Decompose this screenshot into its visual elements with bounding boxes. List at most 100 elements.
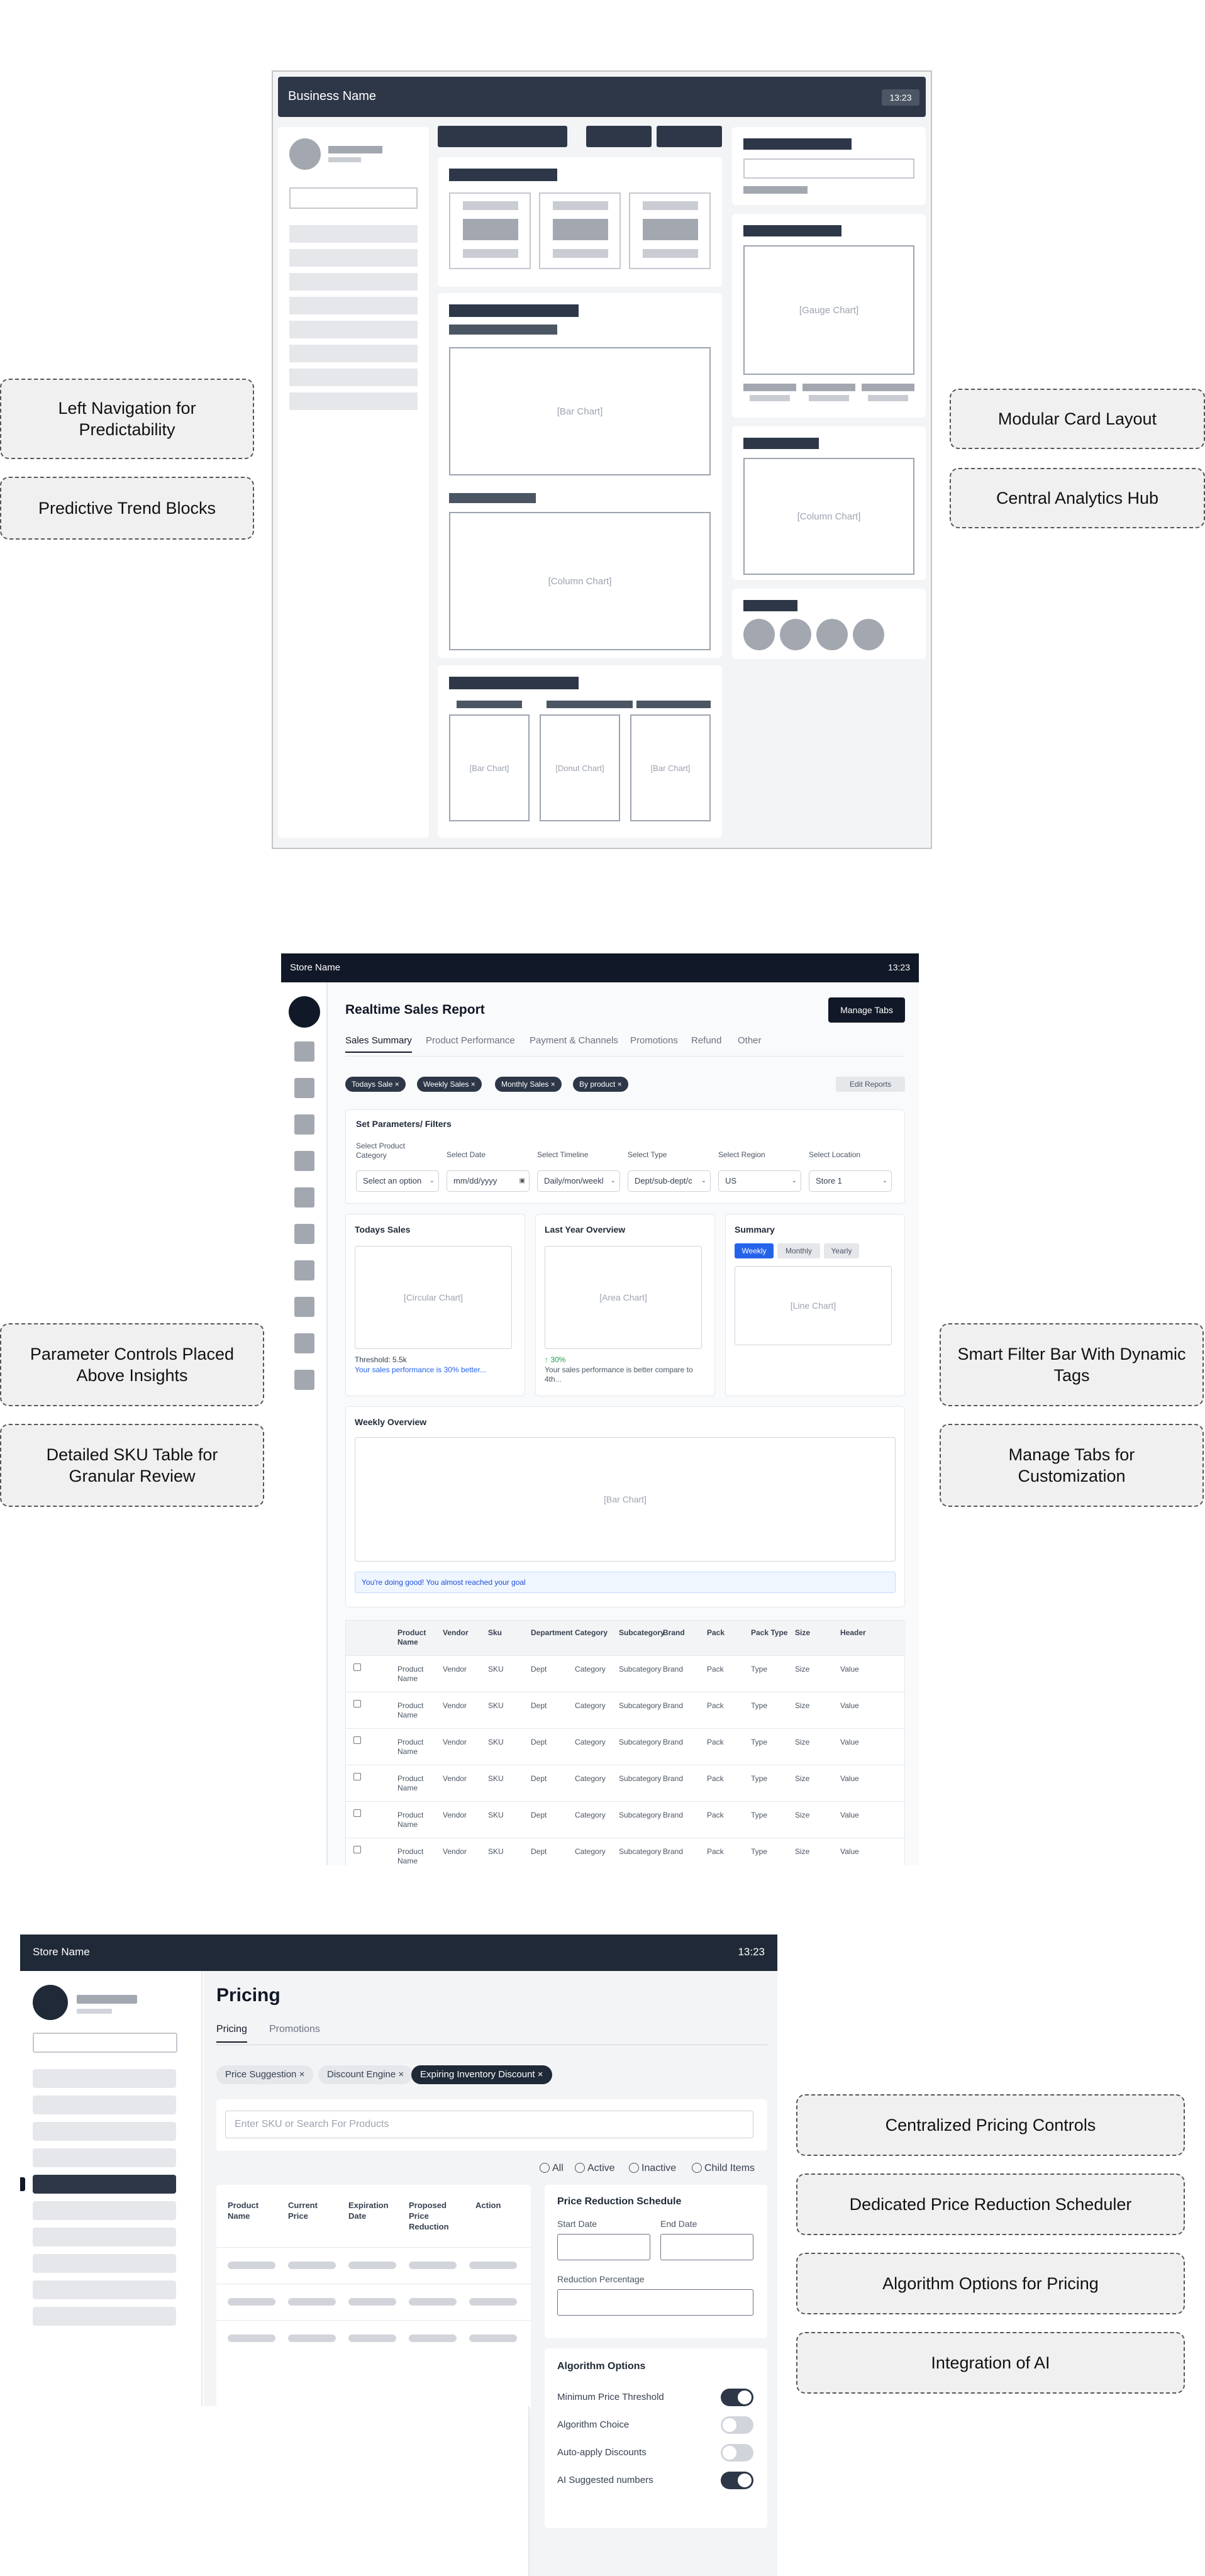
row-checkbox[interactable] [353, 1809, 361, 1817]
nav-item[interactable] [289, 345, 418, 362]
algorithm-choice-toggle[interactable] [721, 2416, 753, 2434]
start-date-input[interactable] [557, 2234, 650, 2260]
nav-icon[interactable] [294, 1041, 314, 1062]
nav-item[interactable] [33, 2254, 176, 2273]
table-row[interactable]: Product Name Vendor SKU Dept Category Subcate… [346, 1838, 906, 1865]
nav-item[interactable] [33, 2280, 176, 2299]
toolbar-button[interactable] [438, 126, 567, 147]
nav-item[interactable] [289, 369, 418, 386]
table-row[interactable] [216, 2284, 531, 2321]
nav-item[interactable] [33, 2069, 176, 2088]
nav-icon[interactable] [294, 1297, 314, 1317]
nav-search-input[interactable] [33, 2033, 177, 2053]
table-row[interactable]: Product Name Vendor SKU Dept Category Subcate… [346, 1729, 906, 1765]
table-cell: Vendor [443, 1847, 467, 1856]
nav-icon[interactable] [294, 1187, 314, 1208]
segment-monthly[interactable]: Monthly [777, 1243, 820, 1258]
gauge-card: [Gauge Chart] [732, 214, 926, 418]
avatar[interactable] [289, 996, 320, 1028]
table-cell: Dept [531, 1738, 547, 1746]
row-checkbox[interactable] [353, 1736, 361, 1744]
callout-scheduler: Dedicated Price Reduction Scheduler [796, 2174, 1185, 2235]
nav-item-active[interactable] [33, 2175, 176, 2194]
nav-item[interactable] [289, 321, 418, 338]
ai-suggested-numbers-toggle[interactable] [721, 2472, 753, 2489]
nav-icon[interactable] [294, 1114, 314, 1135]
nav-search-input[interactable] [289, 187, 418, 209]
table-row[interactable] [216, 2321, 531, 2357]
auto-apply-discounts-toggle[interactable] [721, 2444, 753, 2462]
option-label: Algorithm Choice [557, 2419, 630, 2430]
tab-promotions[interactable]: Promotions [269, 2024, 320, 2035]
nav-icon[interactable] [294, 1078, 314, 1098]
end-date-input[interactable] [660, 2234, 753, 2260]
tab-refund[interactable]: Refund [691, 1035, 721, 1046]
filter-chip[interactable]: Monthly Sales × [495, 1077, 562, 1092]
row-checkbox[interactable] [353, 1846, 361, 1853]
avatar[interactable] [780, 619, 811, 650]
minimum-price-threshold-toggle[interactable] [721, 2389, 753, 2406]
table-row[interactable]: Product Name Vendor SKU Dept Category Subcate… [346, 1656, 906, 1692]
tab-other[interactable]: Other [738, 1035, 762, 1046]
filter-chip-active[interactable]: Expiring Inventory Discount × [411, 2065, 552, 2084]
manage-tabs-button[interactable]: Manage Tabs [828, 997, 905, 1023]
segment-yearly[interactable]: Yearly [824, 1243, 859, 1258]
timeline-select[interactable]: Daily/mon/weekl ⌄ [537, 1170, 620, 1192]
nav-item[interactable] [33, 2148, 176, 2167]
nav-item[interactable] [33, 2228, 176, 2246]
tab-promotions[interactable]: Promotions [630, 1035, 678, 1046]
filter-chip[interactable]: Todays Sale × [345, 1077, 406, 1092]
nav-item[interactable] [289, 249, 418, 267]
nav-icon[interactable] [294, 1370, 314, 1390]
location-select[interactable]: Store 1 ⌄ [809, 1170, 892, 1192]
nav-item[interactable] [33, 2307, 176, 2326]
row-checkbox[interactable] [353, 1773, 361, 1780]
toolbar-button[interactable] [586, 126, 652, 147]
table-row[interactable]: Product Name Vendor SKU Dept Category Subcate… [346, 1692, 906, 1729]
type-select[interactable]: Dept/sub-dept/c ⌄ [628, 1170, 711, 1192]
toolbar-button[interactable] [657, 126, 722, 147]
tab-sales-summary[interactable]: Sales Summary [345, 1035, 412, 1053]
filter-all-radio[interactable]: All [540, 2162, 564, 2175]
filter-chip[interactable]: Discount Engine × [318, 2065, 413, 2084]
avatar[interactable] [743, 619, 775, 650]
region-select[interactable]: US ⌄ [718, 1170, 801, 1192]
reduction-percentage-input[interactable] [557, 2289, 753, 2316]
filter-chip[interactable]: Weekly Sales × [417, 1077, 482, 1092]
tab-product-performance[interactable]: Product Performance [426, 1035, 515, 1046]
nav-item[interactable] [289, 273, 418, 291]
nav-icon[interactable] [294, 1224, 314, 1244]
segment-weekly[interactable]: Weekly [735, 1243, 774, 1258]
row-checkbox[interactable] [353, 1663, 361, 1671]
product-category-select[interactable]: Select an option ⌄ [356, 1170, 439, 1192]
filter-child-items-radio[interactable]: Child Items [692, 2162, 755, 2175]
nav-item[interactable] [33, 2122, 176, 2141]
table-row[interactable] [216, 2248, 531, 2284]
nav-item[interactable] [289, 225, 418, 243]
avatar[interactable] [289, 138, 321, 170]
search-input[interactable]: Enter SKU or Search For Products [225, 2111, 753, 2138]
row-checkbox[interactable] [353, 1700, 361, 1707]
nav-item[interactable] [33, 2096, 176, 2114]
table-row[interactable]: Product Name Vendor SKU Dept Category Subcate… [346, 1802, 906, 1838]
nav-icon[interactable] [294, 1260, 314, 1280]
table-row[interactable]: Product Name Vendor SKU Dept Category Subcate… [346, 1765, 906, 1802]
nav-item[interactable] [289, 392, 418, 410]
tab-pricing[interactable]: Pricing [216, 2024, 247, 2043]
nav-icon[interactable] [294, 1151, 314, 1171]
filter-chip[interactable]: Price Suggestion × [216, 2065, 314, 2084]
edit-reports-button[interactable]: Edit Reports [836, 1077, 905, 1092]
avatar[interactable] [816, 619, 848, 650]
filter-active-radio[interactable]: Active [575, 2162, 615, 2175]
date-input[interactable]: mm/dd/yyyy ▣ [447, 1170, 530, 1192]
table-cell: Product Name [397, 1811, 424, 1829]
nav-icon[interactable] [294, 1333, 314, 1353]
tab-payment-channels[interactable]: Payment & Channels [530, 1035, 618, 1046]
avatar[interactable] [853, 619, 884, 650]
avatar[interactable] [33, 1985, 68, 2020]
filter-chip[interactable]: By product × [573, 1077, 628, 1092]
nav-item[interactable] [33, 2201, 176, 2220]
callout-sku-table: Detailed SKU Table for Granular Review [0, 1424, 264, 1507]
filter-inactive-radio[interactable]: Inactive [629, 2162, 676, 2175]
nav-item[interactable] [289, 297, 418, 314]
